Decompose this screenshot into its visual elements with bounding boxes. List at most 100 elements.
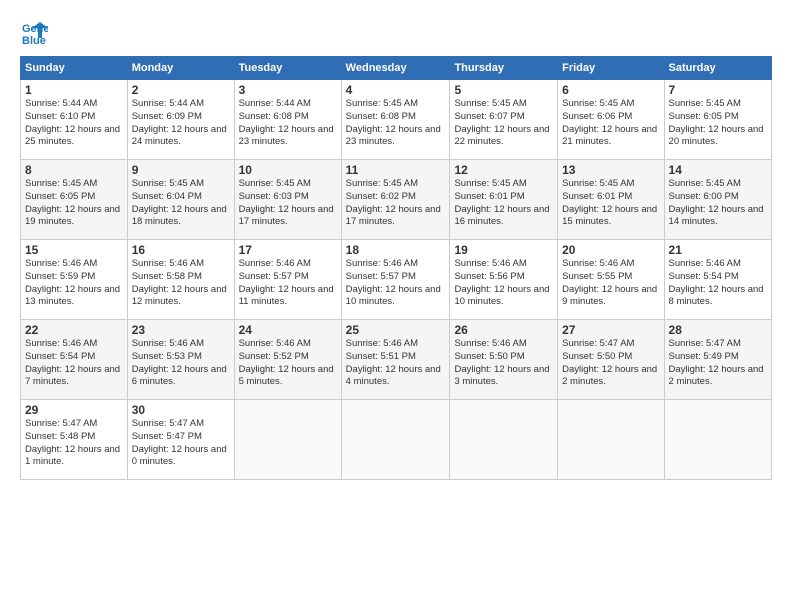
calendar-cell: 1 Sunrise: 5:44 AMSunset: 6:10 PMDayligh… — [21, 80, 128, 160]
calendar-cell: 7 Sunrise: 5:45 AMSunset: 6:05 PMDayligh… — [664, 80, 771, 160]
day-number: 20 — [562, 243, 659, 257]
day-info: Sunrise: 5:46 AMSunset: 5:51 PMDaylight:… — [346, 338, 441, 387]
day-number: 13 — [562, 163, 659, 177]
column-header-wednesday: Wednesday — [341, 57, 450, 80]
day-number: 22 — [25, 323, 123, 337]
day-number: 12 — [454, 163, 553, 177]
day-number: 24 — [239, 323, 337, 337]
column-header-friday: Friday — [558, 57, 664, 80]
calendar-table: SundayMondayTuesdayWednesdayThursdayFrid… — [20, 56, 772, 480]
day-info: Sunrise: 5:46 AMSunset: 5:53 PMDaylight:… — [132, 338, 227, 387]
day-info: Sunrise: 5:47 AMSunset: 5:50 PMDaylight:… — [562, 338, 657, 387]
calendar-cell: 2 Sunrise: 5:44 AMSunset: 6:09 PMDayligh… — [127, 80, 234, 160]
calendar-cell: 15 Sunrise: 5:46 AMSunset: 5:59 PMDaylig… — [21, 240, 128, 320]
day-info: Sunrise: 5:45 AMSunset: 6:04 PMDaylight:… — [132, 178, 227, 227]
day-info: Sunrise: 5:47 AMSunset: 5:49 PMDaylight:… — [669, 338, 764, 387]
calendar-cell: 30 Sunrise: 5:47 AMSunset: 5:47 PMDaylig… — [127, 400, 234, 480]
calendar-cell: 9 Sunrise: 5:45 AMSunset: 6:04 PMDayligh… — [127, 160, 234, 240]
calendar-cell — [450, 400, 558, 480]
calendar-cell: 14 Sunrise: 5:45 AMSunset: 6:00 PMDaylig… — [664, 160, 771, 240]
week-row-5: 29 Sunrise: 5:47 AMSunset: 5:48 PMDaylig… — [21, 400, 772, 480]
day-info: Sunrise: 5:45 AMSunset: 6:00 PMDaylight:… — [669, 178, 764, 227]
day-number: 18 — [346, 243, 446, 257]
calendar-cell: 25 Sunrise: 5:46 AMSunset: 5:51 PMDaylig… — [341, 320, 450, 400]
day-info: Sunrise: 5:45 AMSunset: 6:02 PMDaylight:… — [346, 178, 441, 227]
day-number: 19 — [454, 243, 553, 257]
calendar-cell: 16 Sunrise: 5:46 AMSunset: 5:58 PMDaylig… — [127, 240, 234, 320]
week-row-4: 22 Sunrise: 5:46 AMSunset: 5:54 PMDaylig… — [21, 320, 772, 400]
calendar-header-row: SundayMondayTuesdayWednesdayThursdayFrid… — [21, 57, 772, 80]
day-number: 16 — [132, 243, 230, 257]
svg-text:General: General — [22, 23, 48, 35]
day-info: Sunrise: 5:45 AMSunset: 6:01 PMDaylight:… — [454, 178, 549, 227]
day-info: Sunrise: 5:46 AMSunset: 5:54 PMDaylight:… — [25, 338, 120, 387]
day-number: 23 — [132, 323, 230, 337]
day-info: Sunrise: 5:46 AMSunset: 5:54 PMDaylight:… — [669, 258, 764, 307]
calendar-cell: 3 Sunrise: 5:44 AMSunset: 6:08 PMDayligh… — [234, 80, 341, 160]
svg-text:Blue: Blue — [22, 35, 46, 46]
day-number: 11 — [346, 163, 446, 177]
calendar-cell: 5 Sunrise: 5:45 AMSunset: 6:07 PMDayligh… — [450, 80, 558, 160]
column-header-tuesday: Tuesday — [234, 57, 341, 80]
day-info: Sunrise: 5:45 AMSunset: 6:07 PMDaylight:… — [454, 98, 549, 147]
page-header: General Blue — [20, 18, 772, 46]
day-info: Sunrise: 5:46 AMSunset: 5:57 PMDaylight:… — [346, 258, 441, 307]
day-info: Sunrise: 5:45 AMSunset: 6:01 PMDaylight:… — [562, 178, 657, 227]
day-number: 1 — [25, 83, 123, 97]
day-number: 9 — [132, 163, 230, 177]
calendar-cell: 24 Sunrise: 5:46 AMSunset: 5:52 PMDaylig… — [234, 320, 341, 400]
day-info: Sunrise: 5:45 AMSunset: 6:05 PMDaylight:… — [25, 178, 120, 227]
day-info: Sunrise: 5:45 AMSunset: 6:08 PMDaylight:… — [346, 98, 441, 147]
day-number: 28 — [669, 323, 767, 337]
column-header-saturday: Saturday — [664, 57, 771, 80]
calendar-cell: 28 Sunrise: 5:47 AMSunset: 5:49 PMDaylig… — [664, 320, 771, 400]
day-info: Sunrise: 5:46 AMSunset: 5:55 PMDaylight:… — [562, 258, 657, 307]
calendar-cell: 29 Sunrise: 5:47 AMSunset: 5:48 PMDaylig… — [21, 400, 128, 480]
day-info: Sunrise: 5:46 AMSunset: 5:52 PMDaylight:… — [239, 338, 334, 387]
day-number: 8 — [25, 163, 123, 177]
day-number: 29 — [25, 403, 123, 417]
calendar-cell — [341, 400, 450, 480]
calendar-cell — [234, 400, 341, 480]
day-number: 4 — [346, 83, 446, 97]
calendar-cell: 23 Sunrise: 5:46 AMSunset: 5:53 PMDaylig… — [127, 320, 234, 400]
calendar-cell: 10 Sunrise: 5:45 AMSunset: 6:03 PMDaylig… — [234, 160, 341, 240]
day-number: 25 — [346, 323, 446, 337]
calendar-cell: 19 Sunrise: 5:46 AMSunset: 5:56 PMDaylig… — [450, 240, 558, 320]
calendar-cell: 26 Sunrise: 5:46 AMSunset: 5:50 PMDaylig… — [450, 320, 558, 400]
day-number: 5 — [454, 83, 553, 97]
day-info: Sunrise: 5:46 AMSunset: 5:59 PMDaylight:… — [25, 258, 120, 307]
day-info: Sunrise: 5:47 AMSunset: 5:48 PMDaylight:… — [25, 418, 120, 467]
calendar-cell — [558, 400, 664, 480]
calendar-cell: 22 Sunrise: 5:46 AMSunset: 5:54 PMDaylig… — [21, 320, 128, 400]
day-number: 2 — [132, 83, 230, 97]
day-info: Sunrise: 5:45 AMSunset: 6:03 PMDaylight:… — [239, 178, 334, 227]
day-info: Sunrise: 5:47 AMSunset: 5:47 PMDaylight:… — [132, 418, 227, 467]
calendar-cell: 27 Sunrise: 5:47 AMSunset: 5:50 PMDaylig… — [558, 320, 664, 400]
day-info: Sunrise: 5:46 AMSunset: 5:58 PMDaylight:… — [132, 258, 227, 307]
day-number: 7 — [669, 83, 767, 97]
day-number: 6 — [562, 83, 659, 97]
day-info: Sunrise: 5:44 AMSunset: 6:09 PMDaylight:… — [132, 98, 227, 147]
calendar-cell: 13 Sunrise: 5:45 AMSunset: 6:01 PMDaylig… — [558, 160, 664, 240]
week-row-1: 1 Sunrise: 5:44 AMSunset: 6:10 PMDayligh… — [21, 80, 772, 160]
logo: General Blue — [20, 18, 48, 46]
day-info: Sunrise: 5:44 AMSunset: 6:08 PMDaylight:… — [239, 98, 334, 147]
calendar-cell: 6 Sunrise: 5:45 AMSunset: 6:06 PMDayligh… — [558, 80, 664, 160]
calendar-cell: 21 Sunrise: 5:46 AMSunset: 5:54 PMDaylig… — [664, 240, 771, 320]
calendar-cell: 4 Sunrise: 5:45 AMSunset: 6:08 PMDayligh… — [341, 80, 450, 160]
day-number: 10 — [239, 163, 337, 177]
day-info: Sunrise: 5:45 AMSunset: 6:06 PMDaylight:… — [562, 98, 657, 147]
column-header-monday: Monday — [127, 57, 234, 80]
day-number: 3 — [239, 83, 337, 97]
day-info: Sunrise: 5:46 AMSunset: 5:56 PMDaylight:… — [454, 258, 549, 307]
day-info: Sunrise: 5:46 AMSunset: 5:50 PMDaylight:… — [454, 338, 549, 387]
day-info: Sunrise: 5:45 AMSunset: 6:05 PMDaylight:… — [669, 98, 764, 147]
calendar-cell: 11 Sunrise: 5:45 AMSunset: 6:02 PMDaylig… — [341, 160, 450, 240]
calendar-cell: 8 Sunrise: 5:45 AMSunset: 6:05 PMDayligh… — [21, 160, 128, 240]
day-number: 17 — [239, 243, 337, 257]
day-number: 15 — [25, 243, 123, 257]
logo-icon: General Blue — [20, 18, 48, 46]
column-header-thursday: Thursday — [450, 57, 558, 80]
calendar-cell: 18 Sunrise: 5:46 AMSunset: 5:57 PMDaylig… — [341, 240, 450, 320]
